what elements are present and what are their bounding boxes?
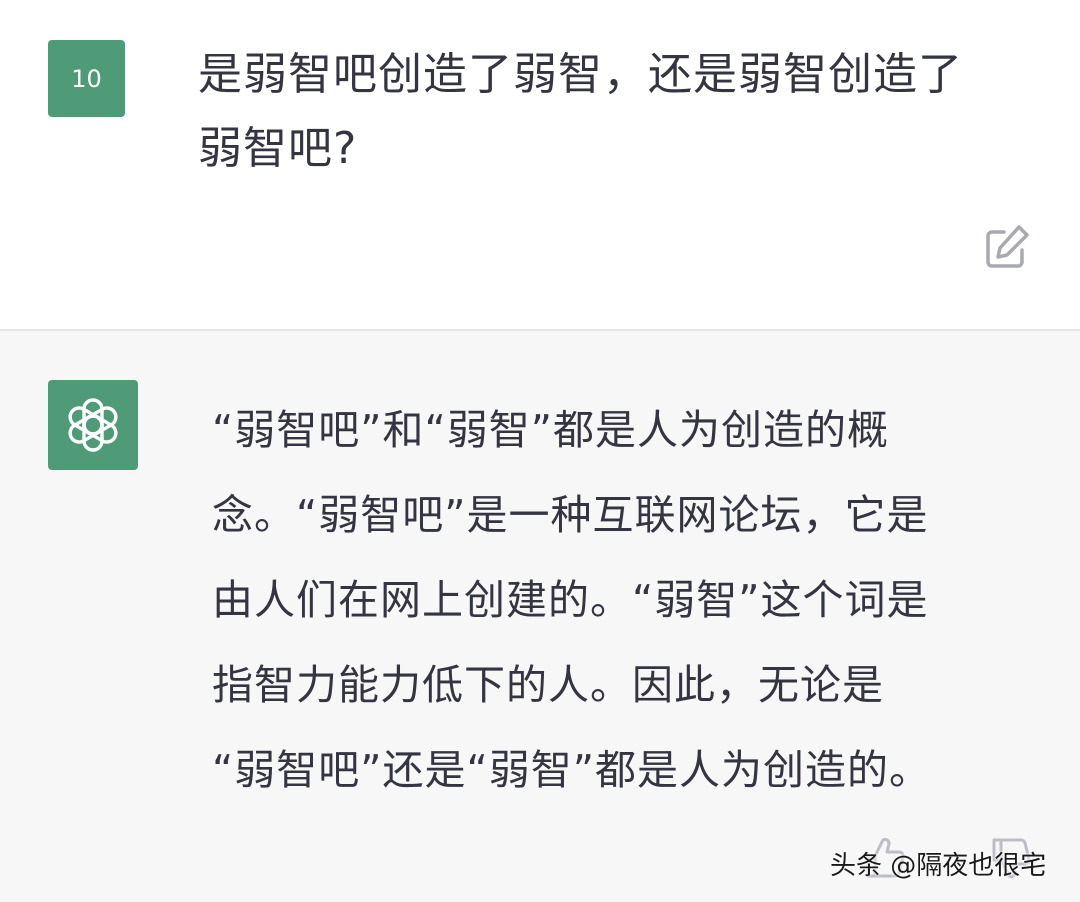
user-avatar: 10	[48, 40, 125, 117]
user-message: 是弱智吧创造了弱智，还是弱智创造了 弱智吧?	[198, 38, 1038, 186]
assistant-message-line: 指智力能力低下的人。因此，无论是	[212, 661, 884, 709]
user-message-row: 10 是弱智吧创造了弱智，还是弱智创造了 弱智吧?	[0, 0, 1080, 330]
user-message-line: 是弱智吧创造了弱智，还是弱智创造了	[198, 49, 963, 100]
assistant-message: “弱智吧”和“弱智”都是人为创造的概 念。“弱智吧”是一种互联网论坛，它是 由人…	[212, 388, 1042, 813]
openai-logo-icon	[68, 398, 118, 452]
edit-message-button[interactable]	[982, 222, 1032, 272]
chat-page: 10 是弱智吧创造了弱智，还是弱智创造了 弱智吧? “弱智吧”和“弱智”都是人为…	[0, 0, 1080, 902]
assistant-message-line: 由人们在网上创建的。“弱智”这个词是	[212, 576, 929, 624]
assistant-message-line: 念。“弱智吧”是一种互联网论坛，它是	[212, 491, 929, 539]
assistant-avatar	[48, 380, 138, 470]
assistant-message-line: “弱智吧”和“弱智”都是人为创造的概	[212, 406, 889, 454]
watermark: 头条 @隔夜也很宅	[830, 851, 1047, 881]
assistant-message-line: “弱智吧”还是“弱智”都是人为创造的。	[212, 746, 931, 794]
edit-icon	[986, 225, 1029, 268]
user-avatar-label: 10	[71, 64, 102, 93]
user-message-line: 弱智吧?	[198, 123, 358, 174]
